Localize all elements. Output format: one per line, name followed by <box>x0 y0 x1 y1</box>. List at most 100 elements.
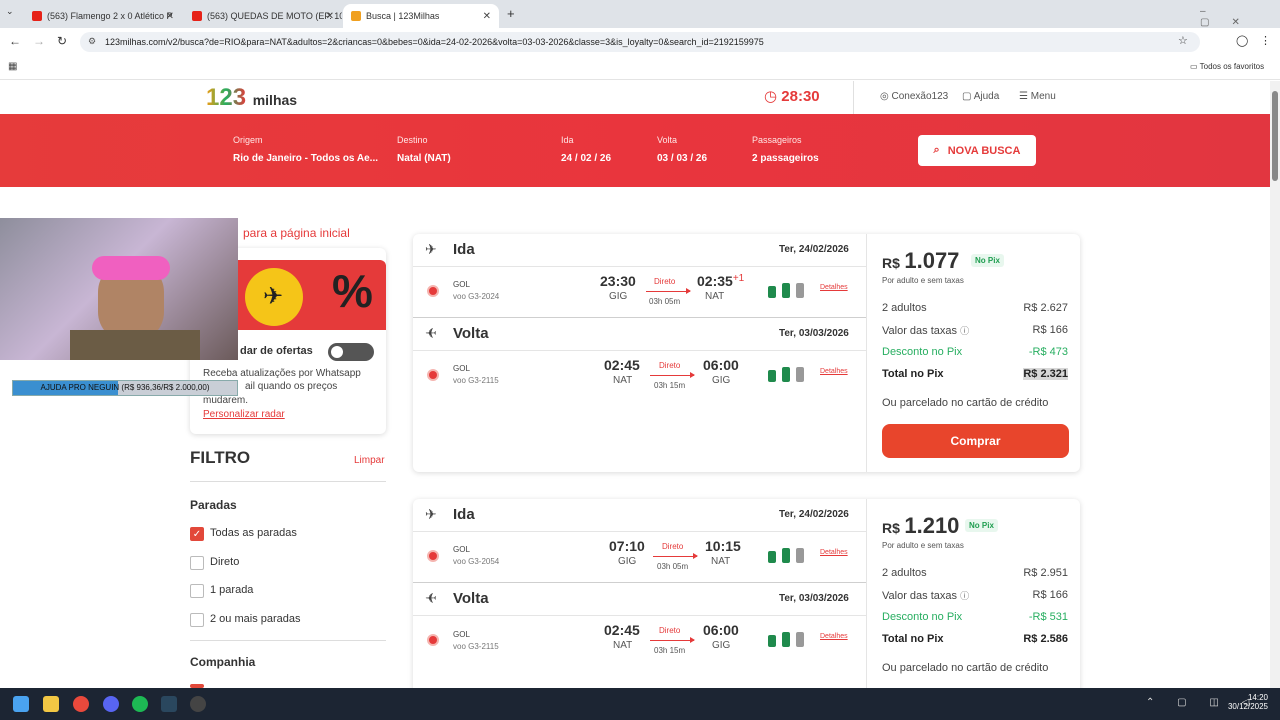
menu-button[interactable]: ☰ Menu <box>1019 91 1056 102</box>
details-link[interactable]: Detalhes <box>820 549 848 556</box>
divider <box>190 640 386 641</box>
price-value: 1.077 <box>904 248 960 273</box>
taskbar-clock[interactable]: 14:20 30/12/2025 <box>1224 693 1268 711</box>
personalizar-radar-link[interactable]: Personalizar radar <box>203 409 285 420</box>
divider <box>853 81 854 114</box>
info-icon[interactable]: ⓘ <box>960 326 969 336</box>
window-controls[interactable]: –▢✕ <box>1200 6 1280 28</box>
comprar-button[interactable]: Comprar <box>882 424 1069 458</box>
browser-tab-2[interactable]: (563) QUEDAS DE MOTO (EP. 10 ✕ <box>184 4 342 28</box>
nova-busca-label: NOVA BUSCA <box>947 144 1021 157</box>
logo-text: milhas <box>252 92 298 108</box>
arrival-airport: GIG <box>712 640 731 651</box>
pix-badge: No Pix <box>965 519 998 532</box>
ajuda-link[interactable]: ▢ Ajuda <box>962 91 999 102</box>
carry-on-icon <box>782 367 790 382</box>
tab-title: Busca | 123Milhas <box>366 11 440 21</box>
currency: R$ <box>882 255 900 271</box>
next-day-badge: +1 <box>732 273 745 284</box>
forward-icon[interactable]: → <box>33 34 45 48</box>
browser-tab-strip: ⌄ (563) Flamengo 2 x 0 Atlético P ✕ (563… <box>0 0 1280 28</box>
new-tab-button[interactable]: + <box>507 6 515 21</box>
hamburger-icon: ☰ <box>1019 91 1031 102</box>
stream-clock-overlay: 23:13:09 <box>12 184 117 211</box>
details-link[interactable]: Detalhes <box>820 368 848 375</box>
back-icon[interactable]: ← <box>9 34 21 48</box>
divider <box>413 582 866 583</box>
steam-icon[interactable] <box>161 696 177 712</box>
arrow-right-icon <box>650 372 695 378</box>
origem-label: Origem <box>233 135 263 145</box>
page-scrollbar[interactable] <box>1270 81 1280 688</box>
details-link[interactable]: Detalhes <box>820 284 848 291</box>
app-icon[interactable] <box>190 696 206 712</box>
profile-icon[interactable]: ◯ <box>1236 34 1248 47</box>
leg-date: Ter, 24/02/2026 <box>779 244 849 255</box>
destino-label: Destino <box>397 135 428 145</box>
file-explorer-icon[interactable] <box>43 696 59 712</box>
close-icon[interactable]: ✕ <box>483 11 491 22</box>
departure-time: 02:45 <box>604 357 640 373</box>
more-menu-icon[interactable]: ⋮ <box>1260 34 1271 47</box>
conexao-link[interactable]: ◎ Conexão123 <box>880 91 948 102</box>
toggle-knob <box>331 346 343 358</box>
apps-icon[interactable]: ▦ <box>8 61 17 72</box>
flight-duration: 03h 15m <box>654 381 686 390</box>
chrome-icon[interactable] <box>73 696 89 712</box>
reload-icon[interactable]: ↻ <box>57 34 67 48</box>
arrival-airport: NAT <box>711 556 731 567</box>
close-icon[interactable]: ✕ <box>166 11 174 22</box>
details-link[interactable]: Detalhes <box>820 633 848 640</box>
filter-option-label: Direto <box>210 556 240 568</box>
info-icon[interactable]: ⓘ <box>960 591 969 601</box>
close-icon[interactable]: ✕ <box>326 11 334 22</box>
tab-title: (563) Flamengo 2 x 0 Atlético P <box>47 11 173 21</box>
return-plane-icon: ✈ <box>425 590 437 606</box>
radar-toggle[interactable] <box>328 343 374 361</box>
flight-type: Direto <box>654 277 676 286</box>
total-value: R$ 2.321 <box>990 368 1068 380</box>
currency: R$ <box>882 520 900 536</box>
flight-duration: 03h 05m <box>657 562 689 571</box>
destino-value: Natal (NAT) <box>397 153 451 164</box>
headphones <box>92 256 170 280</box>
radar-desc-line1: Receba atualizações por Whatsapp <box>203 368 361 379</box>
back-to-home-link[interactable]: para a página inicial <box>243 226 350 240</box>
flight-radio[interactable] <box>427 550 439 562</box>
scrollbar-thumb[interactable] <box>1272 91 1278 181</box>
123milhas-favicon <box>351 11 361 21</box>
tab-search-icon[interactable]: ⌄ <box>6 6 14 17</box>
site-info-icon[interactable]: ⚙ <box>88 36 96 47</box>
search-summary-banner[interactable]: Origem Rio de Janeiro - Todos os Ae... D… <box>0 114 1270 187</box>
filter-option-label: Todas as paradas <box>210 527 297 539</box>
search-icon: ⌕ <box>933 144 940 156</box>
flight-radio[interactable] <box>427 285 439 297</box>
taxes-label: Valor das taxas <box>882 590 958 602</box>
divider <box>413 615 866 616</box>
discord-icon[interactable] <box>103 696 119 712</box>
checkbox-1-parada[interactable] <box>190 584 204 598</box>
departure-plane-icon: ✈ <box>425 506 437 522</box>
checkbox-2-paradas[interactable] <box>190 613 204 627</box>
spotify-icon[interactable] <box>132 696 148 712</box>
flight-radio[interactable] <box>427 634 439 646</box>
checkbox-todas-paradas[interactable]: ✓ <box>190 527 204 541</box>
windows-start-icon[interactable] <box>13 696 29 712</box>
address-bar[interactable]: 123milhas.com/v2/busca?de=RIO&para=NAT&a… <box>80 32 1200 52</box>
bookmark-star-icon[interactable]: ☆ <box>1178 34 1188 47</box>
nova-busca-button[interactable]: ⌕ NOVA BUSCA <box>918 135 1036 166</box>
leg-date: Ter, 24/02/2026 <box>779 509 849 520</box>
arrow-right-icon <box>650 637 695 643</box>
pix-badge: No Pix <box>971 254 1004 267</box>
carry-on-icon <box>782 632 790 647</box>
clear-filter-link[interactable]: Limpar <box>354 455 385 466</box>
discount-label: Desconto no Pix <box>882 346 963 358</box>
carry-on-icon <box>782 548 790 563</box>
price-per-adult: R$ 1.077 <box>882 248 959 274</box>
checkbox-direto[interactable] <box>190 556 204 570</box>
logo[interactable]: 123 milhas <box>206 84 297 112</box>
flight-radio[interactable] <box>427 369 439 381</box>
browser-tab-1[interactable]: (563) Flamengo 2 x 0 Atlético P ✕ <box>24 4 182 28</box>
all-bookmarks-button[interactable]: ▭ Todos os favoritos <box>1190 62 1264 71</box>
browser-tab-3[interactable]: Busca | 123Milhas ✕ <box>343 4 499 28</box>
